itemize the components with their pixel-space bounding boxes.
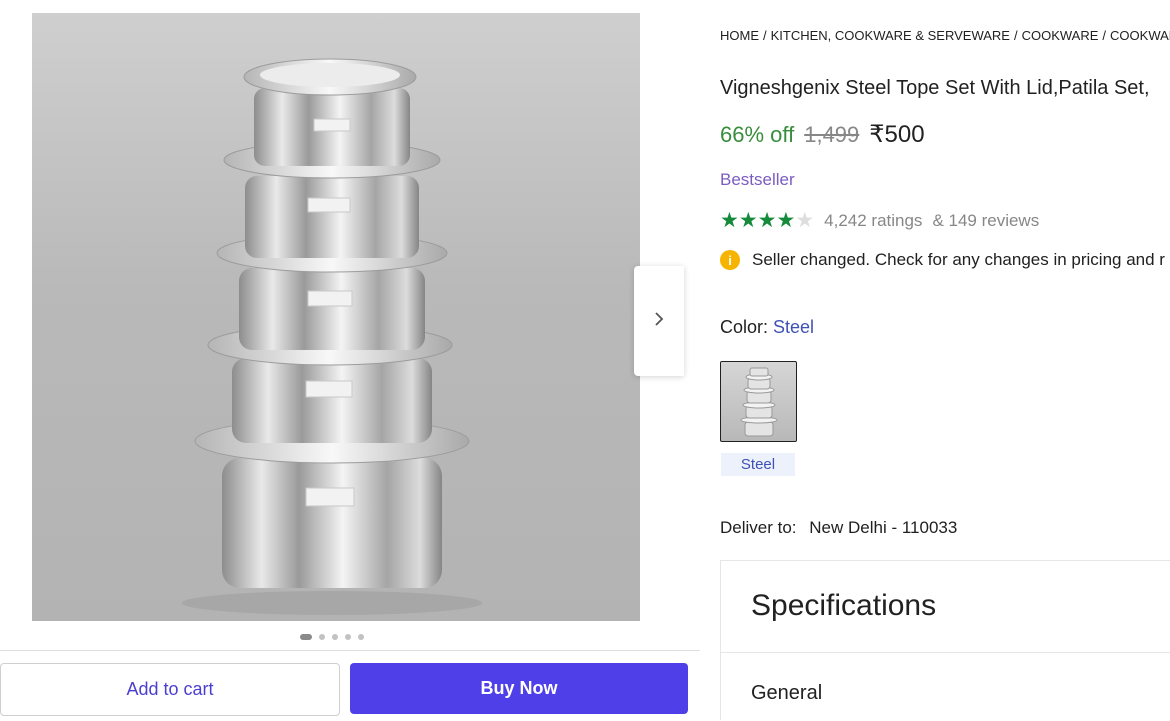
original-price: 1,499 — [804, 122, 860, 147]
notice-text: Seller changed. Check for any changes in… — [752, 250, 1165, 269]
specifications-section-general[interactable]: General — [751, 682, 822, 705]
breadcrumb-item-cookware-sets[interactable]: COOKWARE S — [1110, 28, 1170, 43]
star-rating: ★ ★ ★ ★ ★ — [720, 210, 814, 231]
discount-percent: 66% off — [720, 122, 795, 147]
purchase-actions: Add to cart Buy Now — [0, 650, 700, 721]
info-icon: i — [720, 250, 740, 270]
deliver-label: Deliver to: — [720, 518, 797, 537]
breadcrumb-item-cookware[interactable]: COOKWARE — [1022, 28, 1099, 43]
ratings-count: 4,242 ratings — [824, 210, 923, 230]
product-title: Vigneshgenix Steel Tope Set With Lid,Pat… — [720, 77, 1150, 99]
color-label: Color: — [720, 317, 769, 337]
gallery-dot[interactable] — [300, 634, 312, 640]
breadcrumb-separator: / — [763, 28, 767, 43]
star-icon: ★ — [795, 209, 815, 232]
gallery-pagination — [300, 634, 364, 640]
gallery-dot[interactable] — [319, 634, 325, 640]
gallery-dot[interactable] — [358, 634, 364, 640]
breadcrumb-item-home[interactable]: HOME — [720, 28, 759, 43]
add-to-cart-button[interactable]: Add to cart — [0, 663, 340, 716]
selected-color: Steel — [773, 317, 815, 337]
chevron-right-icon — [652, 311, 666, 331]
gallery-next-button[interactable] — [634, 266, 684, 376]
divider — [721, 652, 1170, 653]
breadcrumb-item-kitchen[interactable]: KITCHEN, COOKWARE & SERVEWARE — [771, 28, 1010, 43]
breadcrumb: HOME / KITCHEN, COOKWARE & SERVEWARE / COOKW… — [720, 28, 1170, 43]
steel-pot-stack-illustration — [182, 58, 482, 615]
specifications-title: Specifications — [751, 589, 937, 622]
rating-row[interactable]: ★ ★ ★ ★ ★ 4,242 ratings & 149 reviews — [720, 210, 1039, 231]
star-icon: ★ — [776, 209, 796, 232]
product-details: HOME / KITCHEN, COOKWARE & SERVEWARE / COOKW… — [720, 0, 1170, 720]
breadcrumb-separator: / — [1013, 28, 1018, 43]
bestseller-badge: Bestseller — [720, 170, 795, 189]
seller-change-notice: i Seller changed. Check for any changes … — [720, 250, 1165, 270]
price-row: 66% off 1,499 ₹500 — [720, 120, 925, 149]
star-icon: ★ — [757, 209, 777, 232]
breadcrumb-separator: / — [1102, 28, 1107, 43]
swatch-thumbnail — [740, 367, 778, 437]
delivery-location[interactable]: Deliver to: New Delhi - 110033 — [720, 518, 957, 538]
specifications-panel: Specifications General — [720, 560, 1170, 720]
gallery-dot[interactable] — [345, 634, 351, 640]
color-selector-label: Color: Steel — [720, 317, 814, 338]
star-icon: ★ — [738, 209, 758, 232]
star-icon: ★ — [720, 209, 739, 232]
gallery-dot[interactable] — [332, 634, 338, 640]
reviews-count: & 149 reviews — [932, 210, 1040, 230]
product-gallery: Add to cart Buy Now — [0, 0, 700, 720]
buy-now-button[interactable]: Buy Now — [350, 663, 688, 714]
product-image[interactable] — [32, 13, 640, 621]
color-swatch-steel[interactable] — [720, 361, 797, 442]
color-swatch-label[interactable]: Steel — [721, 453, 795, 476]
delivery-pincode: New Delhi - 110033 — [809, 518, 958, 537]
selling-price: ₹500 — [869, 121, 925, 148]
